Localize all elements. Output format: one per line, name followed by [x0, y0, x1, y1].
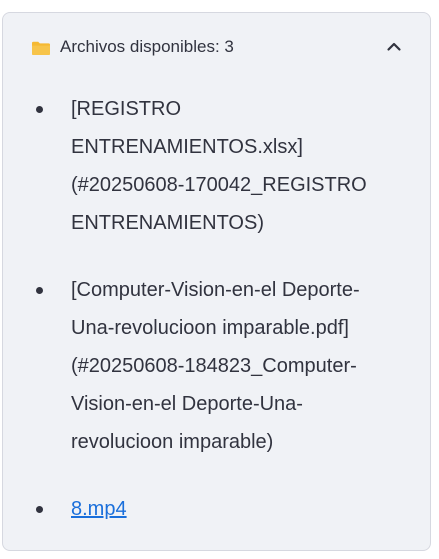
file-link[interactable]: 8.mp4 — [71, 498, 127, 520]
file-entry-line: (#20250608-170042_REGISTRO — [71, 174, 367, 196]
file-entry-line: [REGISTRO — [71, 98, 182, 120]
files-expander: Archivos disponibles: 3 [REGISTRO ENTREN… — [2, 12, 431, 551]
folder-icon — [32, 41, 50, 55]
file-entry-line: revolucioon imparable) — [71, 431, 274, 453]
bullet — [36, 287, 43, 294]
file-entry-line: Una-revolucioon imparable.pdf] — [71, 317, 349, 339]
file-entry-text: [Computer-Vision-en-el Deporte- Una-revo… — [71, 271, 416, 461]
chevron-up-icon[interactable] — [385, 38, 403, 56]
file-entry-text: [REGISTRO ENTRENAMIENTOS.xlsx] (#2025060… — [71, 90, 416, 242]
file-entry-text: 8.mp4 — [71, 490, 416, 528]
bullet — [36, 106, 43, 113]
bullet — [36, 506, 43, 513]
file-entry-line: [Computer-Vision-en-el Deporte- — [71, 279, 360, 301]
expander-title: Archivos disponibles: 3 — [60, 37, 234, 56]
expander-header[interactable]: Archivos disponibles: 3 — [3, 13, 430, 81]
file-entry-line: Vision-en-el Deporte-Una- — [71, 393, 303, 415]
file-entry-line: (#20250608-184823_Computer- — [71, 355, 357, 377]
file-entry-line: ENTRENAMIENTOS.xlsx] — [71, 136, 303, 158]
file-entry-line: ENTRENAMIENTOS) — [71, 212, 264, 234]
